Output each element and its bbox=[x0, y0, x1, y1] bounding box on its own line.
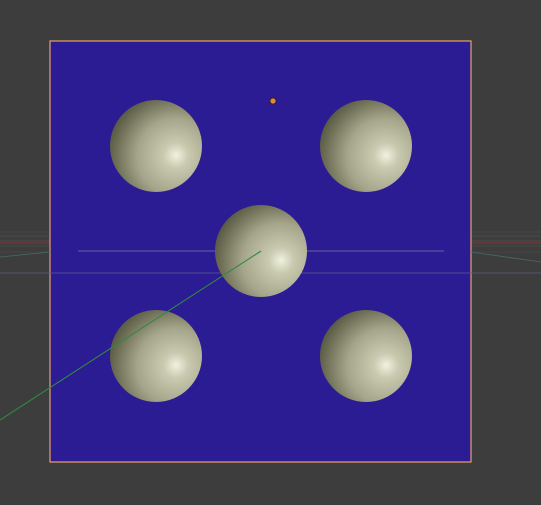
viewport-canvas[interactable] bbox=[0, 0, 541, 505]
sphere-top-left[interactable] bbox=[110, 100, 202, 192]
sphere-top-right[interactable] bbox=[320, 100, 412, 192]
sphere-bottom-right[interactable] bbox=[320, 310, 412, 402]
3d-viewport[interactable] bbox=[0, 0, 541, 505]
sphere-bottom-left[interactable] bbox=[110, 310, 202, 402]
origin-marker-icon[interactable] bbox=[269, 97, 277, 105]
